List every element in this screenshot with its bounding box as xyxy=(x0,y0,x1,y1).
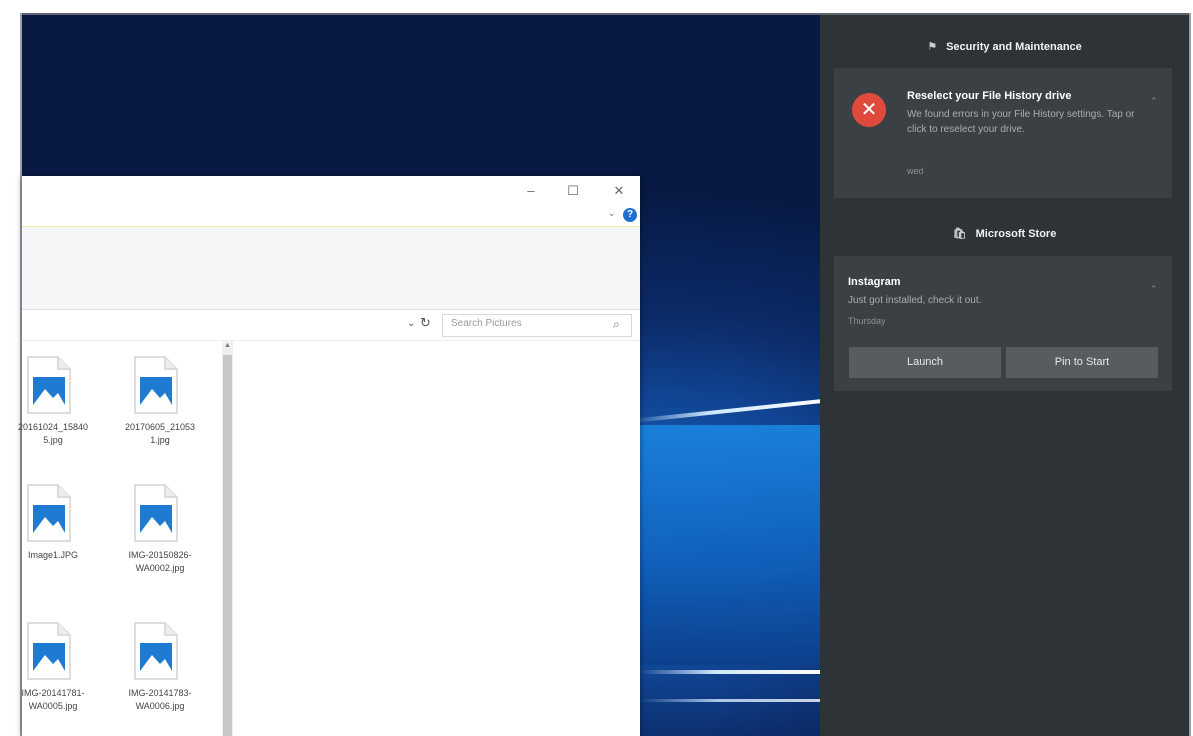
file-list-pane[interactable]: 20161024_15840 5.jpg 20170605_21053 1.jp… xyxy=(18,341,640,736)
scrollbar-thumb[interactable] xyxy=(223,355,232,736)
close-button[interactable]: ✕ xyxy=(608,180,630,202)
collapse-chevron-icon[interactable]: ⌃ xyxy=(1150,284,1158,295)
notification-title: Instagram xyxy=(848,276,901,288)
image-file-icon xyxy=(27,356,71,414)
vertical-scrollbar[interactable]: ▲ xyxy=(222,341,233,736)
minimize-button[interactable]: – xyxy=(520,180,542,202)
file-name: IMG-20150826-WA0002.jpg xyxy=(128,550,192,573)
explorer-titlebar[interactable]: – ☐ ✕ xyxy=(22,176,640,206)
wallpaper-glow xyxy=(640,425,820,665)
ribbon-tab-bar: ⌄ ? xyxy=(22,206,640,227)
group-title: Security and Maintenance xyxy=(946,41,1082,53)
refresh-icon[interactable]: ↻ xyxy=(420,315,431,331)
address-history-dropdown-icon[interactable]: ⌄ xyxy=(407,318,415,329)
flag-icon: ⚑ xyxy=(927,41,938,53)
image-file-icon xyxy=(134,356,178,414)
ribbon-expand-icon[interactable]: ⌄ xyxy=(608,208,616,219)
file-name: IMG-20141783-WA0006.jpg xyxy=(128,688,192,711)
file-name: IMG-20141781-WA0005.jpg xyxy=(21,688,85,711)
launch-button[interactable]: Launch xyxy=(849,347,1001,378)
image-file-icon xyxy=(27,484,71,542)
error-icon: ✕ xyxy=(852,93,886,127)
notification-card[interactable]: ✕ Reselect your File History drive We fo… xyxy=(834,68,1172,198)
collapse-chevron-icon[interactable]: ⌃ xyxy=(1150,96,1158,107)
notification-body: Just got installed, check it out. xyxy=(848,295,982,306)
group-title: Microsoft Store xyxy=(975,228,1057,240)
store-bag-icon: 🛍 xyxy=(952,228,967,240)
notification-time: Thursday xyxy=(848,316,886,326)
wallpaper-light-beam xyxy=(640,670,820,674)
search-icon[interactable]: ⌕ xyxy=(613,317,620,332)
search-placeholder: Search Pictures xyxy=(451,318,522,329)
maximize-button[interactable]: ☐ xyxy=(562,180,584,202)
notification-title: Reselect your File History drive xyxy=(907,90,1072,102)
ribbon-panel xyxy=(22,227,640,310)
image-file-icon xyxy=(27,622,71,680)
pin-to-start-button[interactable]: Pin to Start xyxy=(1006,347,1158,378)
search-input[interactable]: Search Pictures ⌕ xyxy=(442,314,632,337)
image-file-icon xyxy=(134,622,178,680)
file-name: 20161024_15840 5.jpg xyxy=(17,422,89,445)
image-file-icon xyxy=(134,484,178,542)
file-name: Image1.JPG xyxy=(27,550,79,560)
wallpaper-light-beam xyxy=(631,398,820,423)
file-explorer-window[interactable]: – ☐ ✕ ⌄ ? ⌄ ↻ Search Pictures ⌕ 20161024… xyxy=(18,176,640,736)
wallpaper-light-beam xyxy=(640,699,820,702)
address-bar-row: ⌄ ↻ Search Pictures ⌕ xyxy=(22,310,640,341)
file-name: 20170605_21053 1.jpg xyxy=(124,422,196,445)
top-margin xyxy=(0,0,1193,14)
notification-group-header[interactable]: 🛍 Microsoft Store xyxy=(820,227,1189,240)
notification-group-header[interactable]: ⚑ Security and Maintenance xyxy=(820,40,1189,53)
action-center-panel: ⚑ Security and Maintenance ✕ Reselect you… xyxy=(820,15,1189,736)
scroll-up-arrow-icon[interactable]: ▲ xyxy=(222,342,233,349)
notification-time: wed xyxy=(907,166,924,176)
notification-body: We found errors in your File History set… xyxy=(907,109,1135,135)
frame-border-right xyxy=(1189,13,1191,736)
help-icon[interactable]: ? xyxy=(623,208,637,222)
